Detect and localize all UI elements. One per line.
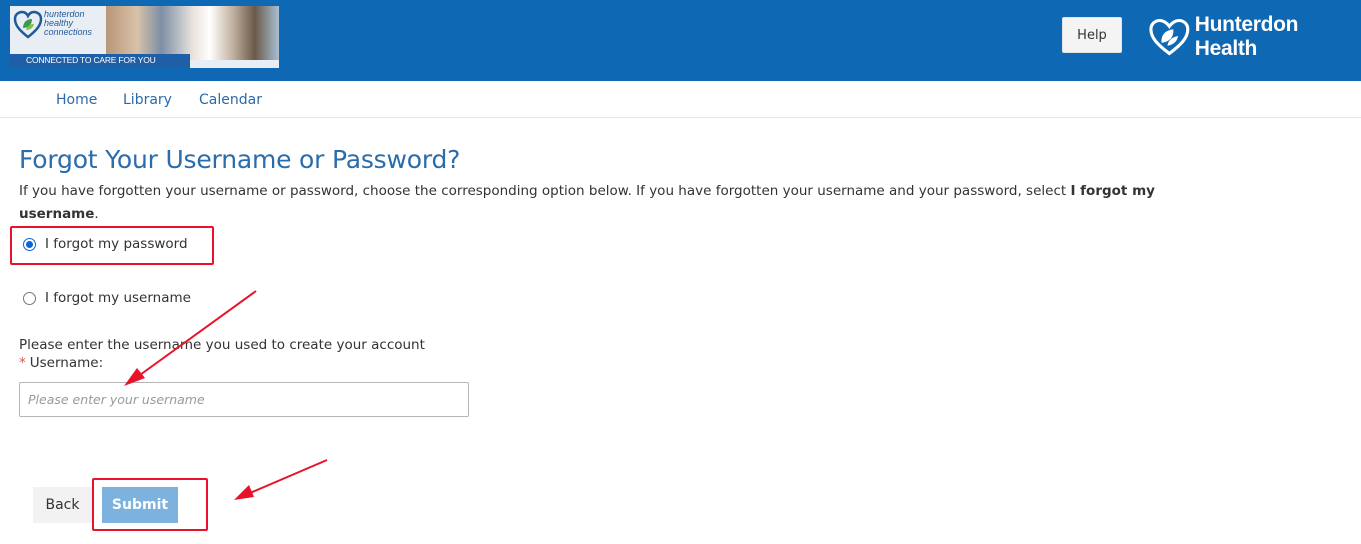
username-label: * Username: <box>19 355 103 371</box>
help-button[interactable]: Help <box>1062 17 1122 53</box>
intro-text-body: If you have forgotten your username or p… <box>19 183 1071 199</box>
username-prompt: Please enter the username you used to cr… <box>19 337 425 353</box>
annotation-box-submit <box>92 478 208 531</box>
nav-library-link[interactable]: Library <box>123 92 172 108</box>
main-nav: Home Library Calendar <box>0 81 1361 118</box>
intro-text: If you have forgotten your username or p… <box>19 180 1159 226</box>
hunterdon-healthy-connections-banner[interactable]: hunterdon healthy connections CONNECTED … <box>10 6 279 68</box>
hunterdon-health-logo[interactable]: Hunterdon Health <box>1148 13 1361 60</box>
top-header: hunterdon healthy connections CONNECTED … <box>0 0 1361 81</box>
username-input[interactable] <box>19 382 469 417</box>
brand-name: Hunterdon Health <box>1194 13 1299 60</box>
banner-logo-text: hunterdon healthy connections <box>44 9 93 37</box>
annotation-box-password-option <box>10 226 214 265</box>
forgot-username-label: I forgot my username <box>45 290 191 306</box>
arrow-to-submit-button <box>234 459 328 500</box>
nav-home-link[interactable]: Home <box>56 92 97 108</box>
page-title: Forgot Your Username or Password? <box>19 145 461 174</box>
heart-leaf-logo-icon <box>13 10 43 39</box>
back-button[interactable]: Back <box>33 487 92 523</box>
heart-logo-icon <box>1149 18 1190 56</box>
banner-photo <box>106 6 279 60</box>
banner-tagline: CONNECTED TO CARE FOR YOU <box>26 55 156 65</box>
required-mark: * <box>19 355 26 371</box>
nav-calendar-link[interactable]: Calendar <box>199 92 262 108</box>
forgot-username-option[interactable]: I forgot my username <box>23 290 191 306</box>
username-label-text: Username: <box>29 355 104 371</box>
intro-text-end: . <box>94 206 99 222</box>
forgot-username-radio[interactable] <box>23 291 36 305</box>
